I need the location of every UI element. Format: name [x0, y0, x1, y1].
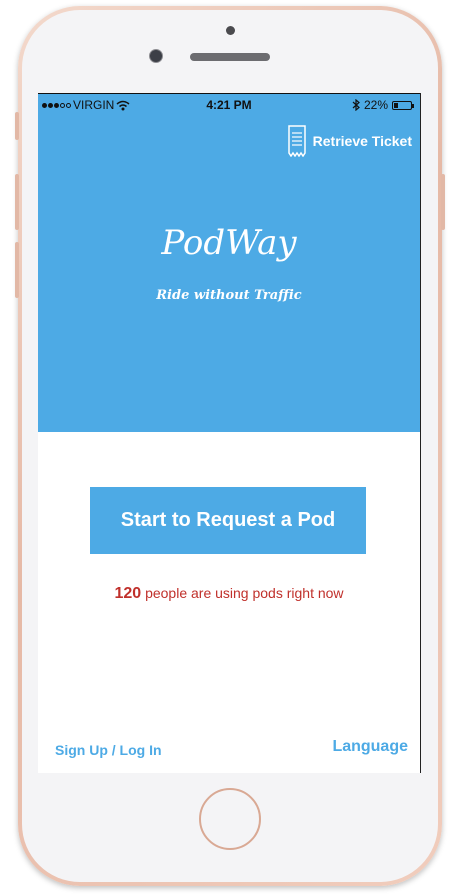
proximity-sensor — [226, 26, 235, 35]
front-camera — [149, 49, 163, 63]
bluetooth-icon — [352, 99, 360, 111]
app-screen: VIRGIN 4:21 PM 22% Retrieve Ticket PodWa… — [38, 93, 421, 773]
mute-switch — [15, 112, 19, 140]
ticket-icon — [287, 125, 306, 157]
status-right: 22% — [352, 98, 414, 112]
earpiece-speaker — [190, 53, 270, 61]
hero-banner: Retrieve Ticket PodWay Ride without Traf… — [38, 115, 420, 432]
retrieve-ticket-label: Retrieve Ticket — [312, 133, 412, 149]
active-users-count: 120 — [114, 585, 142, 602]
retrieve-ticket-button[interactable]: Retrieve Ticket — [287, 125, 412, 157]
status-bar: VIRGIN 4:21 PM 22% — [38, 93, 420, 115]
signup-login-link[interactable]: Sign Up / Log In — [55, 742, 162, 758]
app-tagline: Ride without Traffic — [156, 288, 302, 303]
language-link[interactable]: Language — [332, 738, 408, 756]
request-pod-button[interactable]: Start to Request a Pod — [90, 487, 366, 554]
power-button — [441, 174, 445, 230]
battery-icon — [392, 100, 414, 110]
active-users-label: people are using pods right now — [145, 585, 344, 601]
home-button[interactable] — [199, 788, 261, 850]
volume-up-button — [15, 174, 19, 230]
app-title: PodWay — [161, 223, 297, 263]
battery-percent: 22% — [363, 98, 388, 112]
volume-down-button — [15, 242, 19, 298]
active-users-text: 120 people are using pods right now — [38, 585, 420, 603]
